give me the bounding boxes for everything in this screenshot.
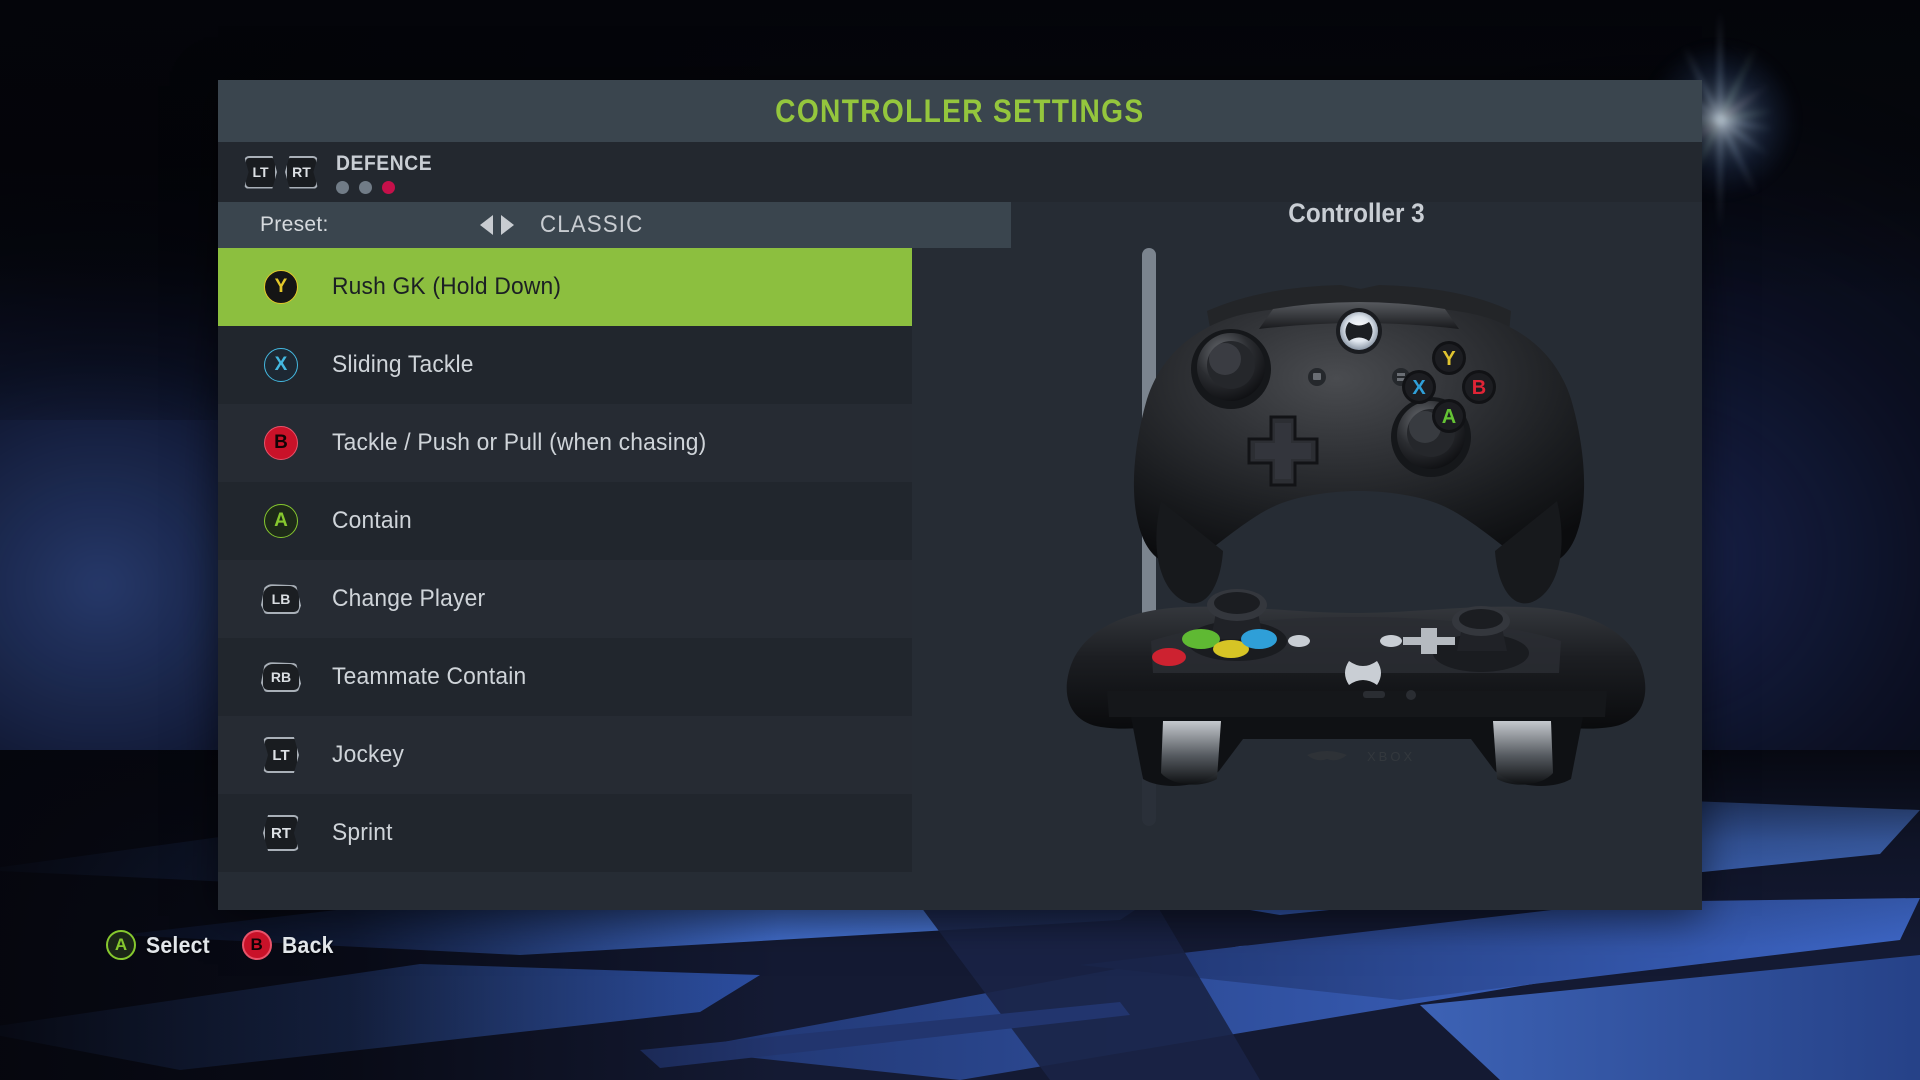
a-button-icon: A (106, 930, 136, 960)
svg-text:B: B (1472, 377, 1486, 399)
footer-action-back[interactable]: B Back (241, 930, 338, 960)
binding-row[interactable]: X Sliding Tackle (218, 326, 912, 404)
binding-glyph-slot: RB (250, 662, 312, 692)
svg-text:X: X (1412, 377, 1426, 399)
binding-list: Y Rush GK (Hold Down) X Sliding Tackle B Tack… (218, 248, 1156, 872)
page-title: CONTROLLER SETTINGS (775, 92, 1145, 129)
preset-row[interactable]: Preset: CLASSIC (218, 202, 1011, 248)
rt-trigger-icon: RT (263, 815, 299, 851)
controller-label: Controller 3 (1288, 198, 1425, 228)
svg-text:Y: Y (1442, 348, 1456, 370)
binding-row[interactable]: A Contain (218, 482, 912, 560)
binding-action-label: Teammate Contain (332, 663, 527, 690)
x-button-icon: X (264, 348, 298, 382)
footer-action-select[interactable]: A Select (106, 930, 216, 960)
binding-action-label: Tackle / Push or Pull (when chasing) (332, 429, 707, 456)
binding-action-label: Sprint (332, 819, 393, 846)
binding-action-label: Jockey (332, 741, 405, 768)
lb-bumper-icon: LB (261, 584, 301, 614)
xbox-controller-rear-image: XBOX (1066, 589, 1646, 786)
binding-row[interactable]: B Tackle / Push or Pull (when chasing) (218, 404, 912, 482)
rb-bumper-icon: RB (261, 662, 301, 692)
binding-row[interactable]: RB Teammate Contain (218, 638, 912, 716)
binding-row[interactable]: Y Rush GK (Hold Down) (218, 248, 912, 326)
svg-text:XBOX: XBOX (1367, 749, 1415, 764)
controller-preview-pane: Controller 3 Y X B A XBOX (1011, 198, 1702, 910)
y-button-icon: Y (264, 270, 298, 304)
footer-action-label: Select (146, 931, 211, 958)
preset-value: CLASSIC (539, 211, 643, 238)
binding-action-label: Rush GK (Hold Down) (332, 273, 562, 300)
binding-action-label: Contain (332, 507, 412, 534)
rt-trigger-icon[interactable]: RT (285, 155, 318, 189)
tab-page-dots (336, 181, 395, 194)
binding-row[interactable]: RT Sprint (218, 794, 912, 872)
binding-action-label: Change Player (332, 585, 486, 612)
binding-glyph-slot: X (250, 348, 312, 382)
preset-label: Preset: (260, 213, 329, 236)
binding-row[interactable]: LT Jockey (218, 716, 912, 794)
svg-text:A: A (1442, 406, 1456, 428)
preset-prev-arrow-icon[interactable] (479, 215, 493, 235)
binding-glyph-slot: RT (250, 815, 312, 851)
tab-trigger-hints: LT RT (244, 155, 318, 189)
footer-action-label: Back (281, 931, 334, 958)
tab-current: DEFENCE (336, 152, 441, 194)
binding-glyph-slot: B (250, 426, 312, 460)
preset-stepper (479, 215, 514, 235)
binding-glyph-slot: A (250, 504, 312, 538)
b-button-icon: B (264, 426, 298, 460)
footer-hints: A Select B Back (106, 930, 338, 960)
panel-titlebar: CONTROLLER SETTINGS (218, 80, 1702, 142)
b-button-icon: B (241, 930, 272, 960)
controller-settings-panel: CONTROLLER SETTINGS LT RT DEFENCE Preset… (218, 80, 1702, 910)
binding-row[interactable]: LB Change Player (218, 560, 912, 638)
controller-images: Y X B A XBOX (1011, 241, 1702, 881)
binding-glyph-slot: Y (250, 270, 312, 304)
binding-action-label: Sliding Tackle (332, 351, 474, 378)
tab-dot-3[interactable] (382, 181, 395, 194)
tab-dot-2[interactable] (359, 181, 372, 194)
binding-glyph-slot: LT (250, 737, 312, 773)
binding-glyph-slot: LB (250, 584, 312, 614)
tab-label-defence: DEFENCE (336, 152, 433, 175)
lt-trigger-icon[interactable]: LT (244, 155, 277, 189)
tab-dot-1[interactable] (336, 181, 349, 194)
category-tabbar: LT RT DEFENCE (218, 142, 1702, 202)
preset-next-arrow-icon[interactable] (500, 215, 514, 235)
lt-trigger-icon: LT (263, 737, 299, 773)
a-button-icon: A (264, 504, 298, 538)
